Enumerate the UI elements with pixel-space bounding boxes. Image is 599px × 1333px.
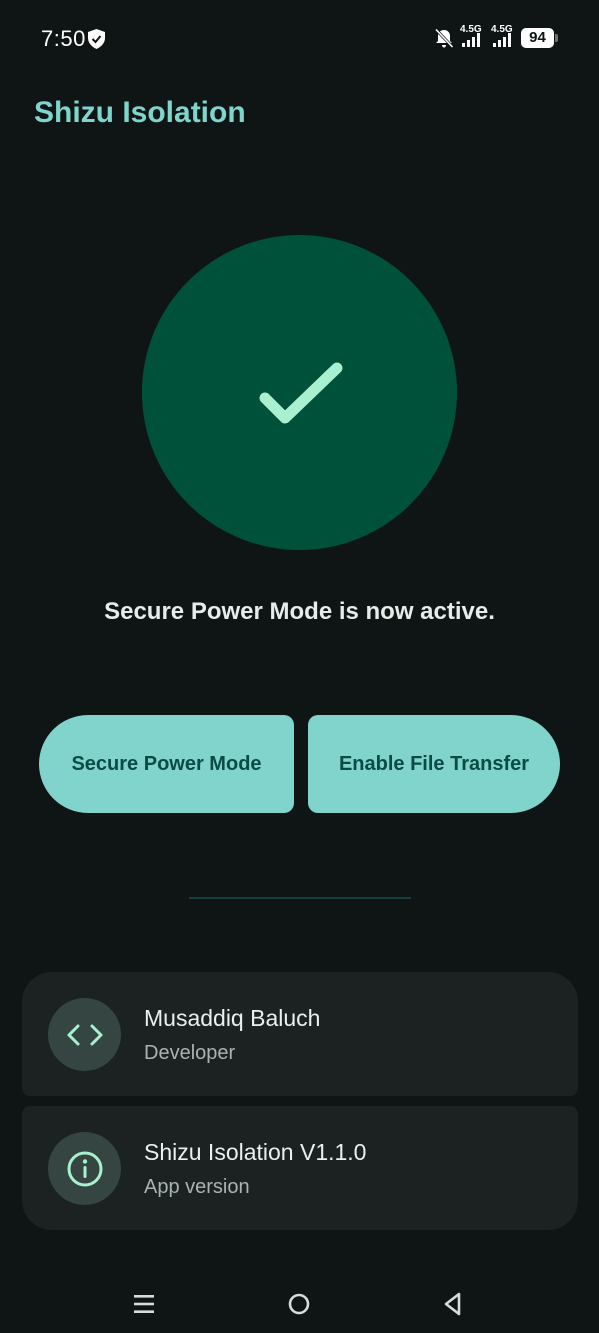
secure-power-mode-button[interactable]: Secure Power Mode xyxy=(39,715,294,813)
home-icon[interactable] xyxy=(284,1289,314,1319)
app-version-label: App version xyxy=(144,1176,250,1198)
battery-level: 94 xyxy=(521,28,554,48)
signal-icon: 4.5G xyxy=(460,24,486,48)
developer-name: Musaddiq Baluch xyxy=(144,1005,321,1031)
shield-check-icon xyxy=(88,29,105,49)
back-icon[interactable] xyxy=(438,1289,468,1319)
navigation-bar xyxy=(0,1275,599,1333)
enable-file-transfer-label: Enable File Transfer xyxy=(338,752,530,775)
developer-avatar xyxy=(48,998,121,1071)
code-icon xyxy=(67,1024,102,1045)
app-version-title: Shizu Isolation V1.1.0 xyxy=(144,1139,367,1165)
developer-label: Developer xyxy=(144,1042,236,1064)
recents-menu-icon[interactable] xyxy=(129,1289,159,1319)
version-avatar xyxy=(48,1132,121,1205)
developer-card[interactable]: Musaddiq Baluch Developer xyxy=(22,972,578,1096)
check-icon xyxy=(259,362,343,424)
battery-tip xyxy=(555,34,558,42)
app-version-card[interactable]: Shizu Isolation V1.1.0 App version xyxy=(22,1106,578,1230)
secure-power-mode-label: Secure Power Mode xyxy=(71,752,262,775)
status-time: 7:50 xyxy=(41,26,86,51)
bell-off-icon xyxy=(434,28,454,49)
battery-icon: 94 xyxy=(521,28,558,48)
signal-icon: 4.5G xyxy=(491,24,517,48)
status-message: Secure Power Mode is now active. xyxy=(104,598,495,625)
status-bar: 7:50 4.5G 4.5G 94 xyxy=(0,0,599,78)
divider xyxy=(189,897,411,899)
info-icon xyxy=(67,1151,102,1186)
enable-file-transfer-button[interactable]: Enable File Transfer xyxy=(308,715,560,813)
screen: 7:50 4.5G 4.5G 94 Shizu Isolation Secure… xyxy=(0,0,599,1333)
app-title: Shizu Isolation xyxy=(34,96,246,129)
